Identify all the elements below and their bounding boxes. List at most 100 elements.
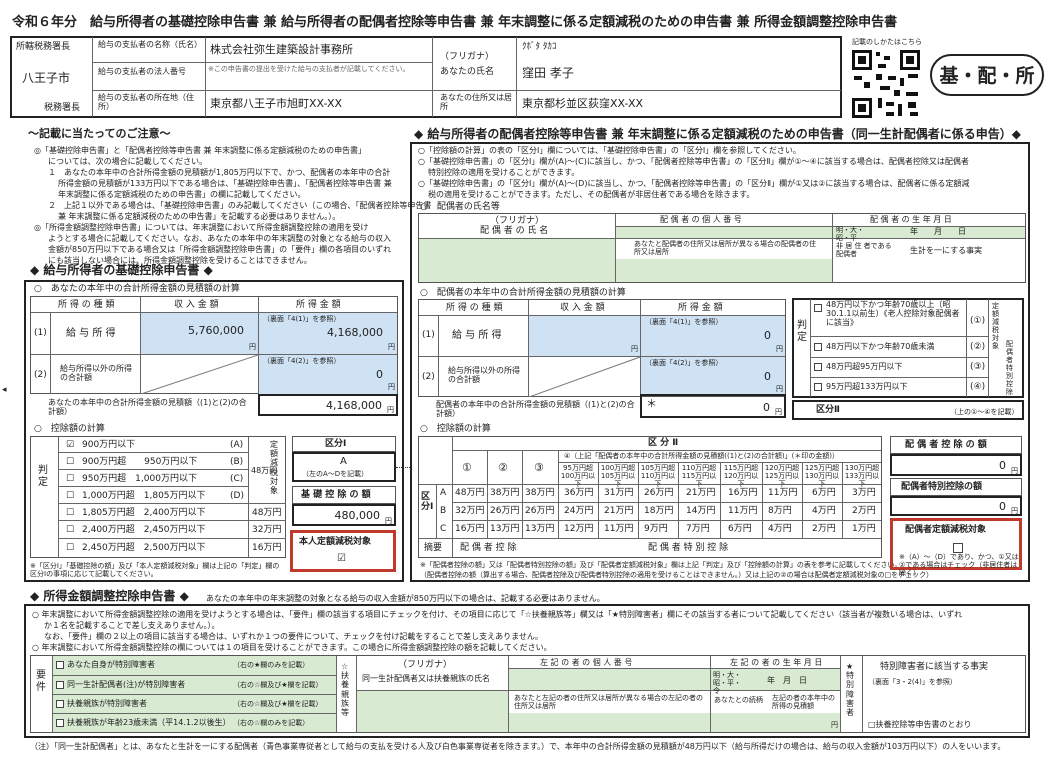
- note-line-5: 年末調整に係る定額減税のための申告書」の欄に記載してください。: [58, 190, 306, 199]
- adjust-address-input[interactable]: [509, 713, 710, 732]
- basic-total-cell[interactable]: 4,168,000 円: [258, 394, 398, 416]
- payer-name-label: 給与の支払者の名称（氏名）: [98, 40, 202, 49]
- spouse-row2-income-cell[interactable]: （裏面「4(2)」を参照） 0 円: [641, 357, 785, 396]
- spouse-judge-check-4[interactable]: [814, 383, 822, 391]
- basic-judge-label: 判 定: [38, 465, 78, 488]
- spouse-special-cell[interactable]: 0 円: [890, 496, 1022, 516]
- my-name-label: あなたの氏名: [440, 67, 495, 77]
- basic-col-revenue: 収 入 金 額: [174, 300, 219, 310]
- adjust-name-input[interactable]: [357, 691, 508, 732]
- basic-total-value: 4,168,000: [326, 399, 382, 412]
- spouse-judge-check-1[interactable]: [814, 304, 822, 312]
- spouse-teigaku-box[interactable]: 配偶者定額減税対象 ※（A）～（D）であり、かつ、①又は②である場合はチェック（…: [890, 518, 1022, 577]
- tax-office-label: 所轄税務署長: [16, 42, 71, 52]
- tax-office-suffix: 税務署長: [44, 103, 81, 113]
- adjust-item-2[interactable]: 同一生計配偶者(注)が特別障害者 （右の☆欄及び★欄を記載）: [53, 676, 336, 694]
- payer-name[interactable]: 株式会社弥生建築設計事務所: [210, 43, 353, 57]
- basic-judge-check-7[interactable]: ☐: [66, 543, 74, 553]
- basic-row1-income-cell[interactable]: （裏面「4(1)」を参照） 4,168,000 円: [259, 313, 397, 354]
- adjust-item-4[interactable]: 扶養親族が年齢23歳未満（平14.1.2以後生） （右の☆欄のみを記載）: [53, 714, 336, 732]
- spouse-deduction-value: 0: [999, 459, 1006, 472]
- qr-code-icon[interactable]: [850, 48, 922, 120]
- note-line-6: ２ 上記１以外である場合は、「基礎控除申告書」のみ記載してください（この場合、「…: [48, 201, 432, 210]
- spouse-income-heading: ○ 配偶者の本年中の合計所得金額の見積額の計算: [420, 288, 626, 298]
- spouse-total-cell[interactable]: ＊ 0 円: [640, 394, 786, 418]
- note-line-10: 金額が850万円以下である場合又は「所得金額調整控除申告書」の「要件」欄の各項目…: [48, 245, 392, 254]
- basic-total-label: あなたの本年中の合計所得金額の見積額（(1)と(2)の合計額）: [48, 398, 247, 417]
- basic-income-heading: ○ あなたの本年中の合計所得金額の見積額の計算: [34, 284, 240, 294]
- spouse-name-input[interactable]: [419, 239, 615, 282]
- spouse-heading: ◆ 給与所得者の配偶者控除等申告書 兼 年末調整に係る定額減税のための申告書（同…: [414, 127, 1021, 141]
- basic-deduction-value: 480,000: [334, 509, 381, 522]
- basic-col-type: 所 得 の 種 類: [58, 300, 115, 310]
- basic-row1-income: 4,168,000: [327, 326, 383, 339]
- payer-address-label: 給与の支払者の所在地（住所）: [98, 93, 194, 112]
- basic-row2-label: 給与所得以外の所得の合計額: [60, 364, 132, 383]
- payer-number-note: ※この申告書の提出を受けた給与の支払者が記載してください。: [208, 65, 410, 73]
- adjust-item-1[interactable]: あなた自身が特別障害者 （右の★欄のみを記載）: [53, 656, 336, 675]
- adjust-tokubetsu-check[interactable]: □扶養控除等申告書のとおり: [868, 720, 972, 729]
- basic-row2-income-cell[interactable]: （裏面「4(2)」を参照） 0 円: [259, 355, 397, 394]
- adjust-birth-input[interactable]: 明・大・昭・平・令 年 月 日: [711, 669, 840, 695]
- basic-judge-check-5[interactable]: ☐: [66, 508, 74, 518]
- spouse-row1-income-cell[interactable]: （裏面「4(1)」を参照） 0 円: [641, 316, 785, 356]
- kubun2-cell[interactable]: 区分Ⅱ （上の①～④を記載）: [792, 400, 1024, 420]
- spouse-name-label: 配 偶 者 の 氏 名: [480, 226, 549, 236]
- spouse-judge-check-2[interactable]: [814, 343, 822, 351]
- spouse-total-value: 0: [763, 401, 770, 414]
- notes-heading: ～記載に当たってのご注意～: [28, 127, 171, 140]
- basic-row1-no: (1): [34, 328, 47, 338]
- spouse-special-header: 配偶者特別控除の額: [890, 478, 1022, 496]
- adjust-item-3[interactable]: 扶養親族が特別障害者 （右の☆欄及び★欄を記載）: [53, 695, 336, 713]
- basic-judge-check-3[interactable]: ☐: [66, 474, 74, 484]
- self-teigaku-box[interactable]: 本人定額減税対象 ☑: [290, 530, 396, 572]
- furigana-label: （フリガナ）: [440, 52, 495, 62]
- adjust-footnote: （注）「同一生計配偶者」とは、あなたと生計を一にする配偶者（青色事業専従者として…: [30, 742, 1006, 751]
- spouse-deduction-cell[interactable]: 0 円: [890, 454, 1022, 476]
- qr-caption: 記載のしかたはこちら: [852, 38, 922, 46]
- spouse-row2-revenue-na: [529, 357, 640, 397]
- basic-heading: ◆ 給与所得者の基礎控除申告書 ◆: [30, 263, 213, 277]
- basic-judge-check-6[interactable]: ☐: [66, 525, 74, 535]
- adjust-number-input[interactable]: [509, 669, 710, 690]
- payer-number-label: 給与の支払者の法人番号: [98, 67, 186, 76]
- adjust-income-input[interactable]: 円: [711, 713, 840, 732]
- my-address-label: あなたの住所又は居所: [440, 93, 512, 112]
- spouse-deduction-header: 配 偶 者 控 除 の 額: [890, 436, 1022, 454]
- spouse-judge-check-3[interactable]: [814, 363, 822, 371]
- spouse-row2-income: 0: [764, 370, 771, 383]
- spouse-address-input[interactable]: [616, 259, 832, 282]
- my-address[interactable]: 東京都杉並区荻窪XX-XX: [522, 97, 643, 111]
- basic-deduction-heading: ○ 控除額の計算: [34, 424, 105, 434]
- note-line-7: 兼 年末調整に係る定額減税のための申告書」を記載する必要はありません。）。: [58, 212, 341, 221]
- note-line-2: については、次の場合に記載してください。: [48, 157, 208, 166]
- spouse-number-input[interactable]: [616, 227, 832, 238]
- basic-row2-income: 0: [376, 368, 383, 381]
- my-name[interactable]: 窪田 孝子: [522, 66, 574, 81]
- furigana-value[interactable]: ｸﾎﾞﾀ ﾀｶｺ: [522, 42, 556, 52]
- adjust-heading-note: あなたの本年中の年末調整の対象となる給与の収入金額が850万円以下の場合は、記載…: [206, 594, 605, 603]
- adjust-heading: ◆ 所得金額調整控除申告書 ◆: [30, 589, 189, 603]
- self-teigaku-check: ☑: [337, 553, 346, 564]
- basic-teigaku-vertical: 定額減税対象: [270, 440, 278, 495]
- basic-judge-check-2[interactable]: ☐: [66, 457, 74, 467]
- note-line-4: 所得金額の見積額が133万円以下である場合は、「基礎控除申告書」、「配偶者控除等…: [58, 179, 392, 188]
- basic-footnote: ※「区分Ⅰ」「基礎控除の額」及び「本人定額減税対象」欄は上記の「判定」欄の区分Ⅰ…: [30, 562, 280, 579]
- note-line-8: ◎「所得金額調整控除申告書」については、年末調整において所得金額調整控除の適用を…: [34, 223, 369, 232]
- form-type-badge: 基・配・所: [930, 54, 1044, 96]
- payer-address[interactable]: 東京都八王子市旭町XX-XX: [210, 97, 342, 111]
- basic-deduction-header: 基 礎 控 除 の 額: [292, 486, 396, 504]
- tax-form: 令和６年分 給与所得者の基礎控除申告書 兼 給与所得者の配偶者控除等申告書 兼 …: [0, 0, 1054, 770]
- basic-deduction-cell[interactable]: 480,000 円: [292, 504, 396, 526]
- spouse-row1-revenue-cell[interactable]: 円: [529, 316, 640, 356]
- basic-row2-no: (2): [34, 370, 47, 380]
- note-line-3: １ あなたの本年中の合計所得金額の見積額が1,805万円以下で、かつ、配偶者の本…: [48, 168, 391, 177]
- basic-judge-check-1[interactable]: ☑: [66, 440, 74, 450]
- spouse-teigaku-checkbox[interactable]: [953, 543, 963, 553]
- tax-office-name[interactable]: 八王子市: [22, 71, 70, 86]
- note-line-9: ようとする場合に記載してください。なお、あなたの本年中の年末調整の対象となる給与…: [48, 234, 392, 243]
- kubun1-cell[interactable]: A （左のA～Dを記載）: [292, 452, 396, 482]
- basic-row2-revenue-na: [141, 355, 258, 394]
- basic-judge-check-4[interactable]: ☐: [66, 491, 74, 501]
- basic-row1-revenue-cell[interactable]: 5,760,000 円: [141, 313, 258, 354]
